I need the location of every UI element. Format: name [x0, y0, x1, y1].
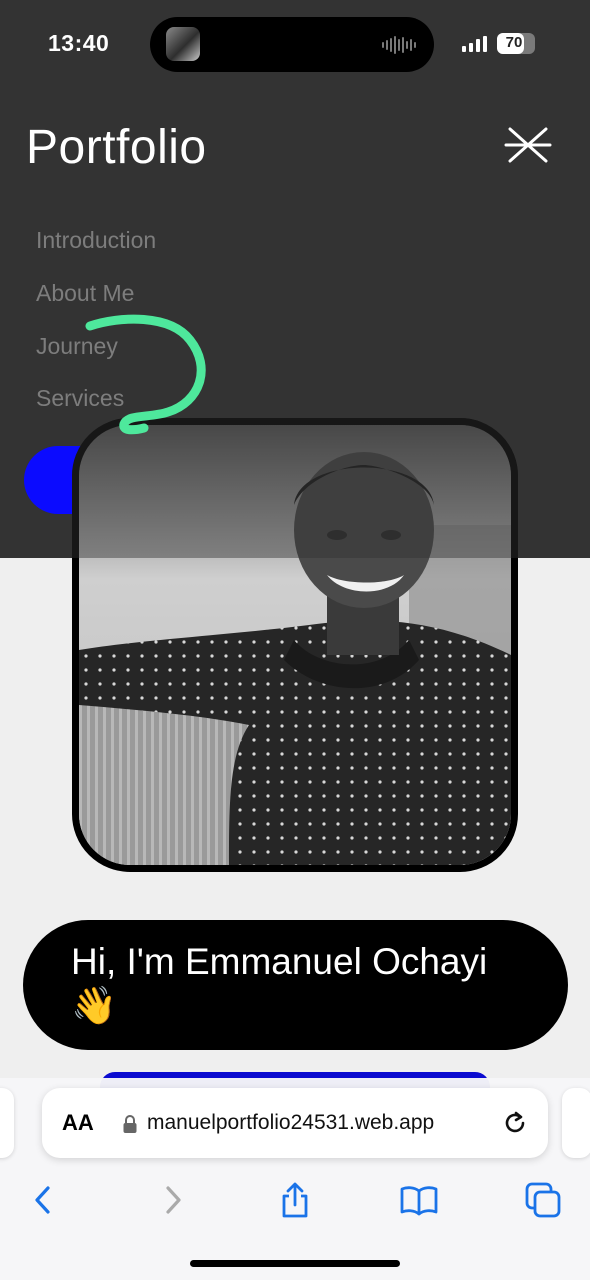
- reload-icon[interactable]: [500, 1108, 530, 1138]
- battery-icon: 70: [497, 33, 535, 54]
- greeting-banner: Hi, I'm Emmanuel Ochayi 👋: [23, 920, 568, 1050]
- forward-icon: [166, 1186, 181, 1214]
- url-text[interactable]: manuelportfolio24531.web.app: [147, 1111, 434, 1135]
- share-icon: [282, 1182, 308, 1218]
- annotation-scribble: [85, 314, 206, 435]
- address-bar[interactable]: AA manuelportfolio24531.web.app: [42, 1088, 548, 1158]
- status-time: 13:40: [48, 30, 110, 56]
- greeting-text: Hi, I'm Emmanuel Ochayi 👋: [71, 941, 488, 1026]
- home-indicator: [190, 1260, 400, 1267]
- back-icon: [35, 1186, 50, 1214]
- nav-link-about-me[interactable]: About Me: [36, 280, 134, 307]
- nav-link-introduction[interactable]: Introduction: [36, 227, 156, 254]
- browser-chrome: AA manuelportfolio24531.web.app: [0, 1078, 590, 1280]
- text-size-button[interactable]: AA: [62, 1110, 94, 1136]
- previous-tab-peek[interactable]: [0, 1088, 14, 1158]
- next-tab-peek[interactable]: [562, 1088, 590, 1158]
- forward-button[interactable]: [148, 1178, 198, 1222]
- tabs-icon: [525, 1182, 561, 1218]
- bookmarks-button[interactable]: [394, 1178, 444, 1222]
- cellular-signal-icon: [462, 36, 487, 52]
- back-button[interactable]: [18, 1178, 68, 1222]
- close-menu-button[interactable]: [500, 120, 556, 170]
- dynamic-island: [150, 17, 434, 72]
- now-playing-thumbnail: [166, 27, 200, 61]
- brand-title[interactable]: Portfolio: [26, 120, 207, 175]
- status-bar: 13:40 70: [0, 0, 590, 90]
- battery-percent: 70: [505, 34, 523, 51]
- tabs-button[interactable]: [518, 1178, 568, 1222]
- audio-wave-icon: [382, 36, 416, 54]
- bookmarks-icon: [400, 1186, 438, 1216]
- close-icon: [504, 127, 552, 163]
- lock-icon: [123, 1115, 137, 1133]
- share-button[interactable]: [270, 1178, 320, 1222]
